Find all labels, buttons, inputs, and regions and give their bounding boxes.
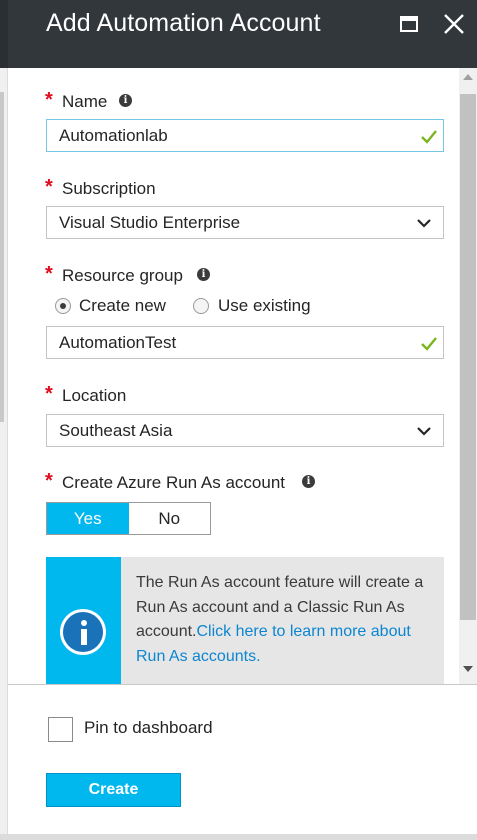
chevron-down-icon: [417, 427, 431, 436]
scroll-up-arrow-icon[interactable]: [463, 74, 473, 80]
info-icon[interactable]: i: [302, 475, 315, 488]
name-label: Name: [62, 92, 108, 111]
location-value: Southeast Asia: [59, 421, 173, 440]
required-marker: *: [45, 470, 53, 492]
bottom-edge-strip: [0, 834, 477, 840]
required-marker: *: [45, 176, 53, 198]
location-select[interactable]: Southeast Asia: [46, 414, 444, 447]
chevron-down-icon: [417, 219, 431, 228]
name-input[interactable]: Automationlab: [46, 119, 444, 152]
location-label: Location: [62, 386, 127, 405]
scrollbar[interactable]: [459, 68, 477, 684]
radio-create-new-label: Create new: [79, 296, 166, 315]
info-box-text: The Run As account feature will create a…: [136, 571, 436, 669]
run-as-label: Create Azure Run As account: [62, 473, 286, 492]
pin-to-dashboard-checkbox[interactable]: [48, 717, 73, 742]
checkmark-icon: [421, 337, 437, 351]
radio-create-new[interactable]: [55, 298, 71, 314]
scrollbar-thumb[interactable]: [460, 94, 476, 620]
blade-title: Add Automation Account: [46, 9, 321, 37]
subscription-select[interactable]: Visual Studio Enterprise: [46, 206, 444, 239]
blade-header: Add Automation Account: [8, 0, 477, 68]
resource-group-input[interactable]: AutomationTest: [46, 326, 444, 359]
subscription-label: Subscription: [62, 179, 156, 198]
resource-group-label: Resource group: [62, 266, 183, 285]
radio-use-existing-label: Use existing: [218, 296, 311, 315]
run-as-toggle: Yes No: [46, 502, 211, 535]
run-as-yes-button[interactable]: Yes: [47, 503, 129, 534]
info-icon[interactable]: i: [119, 94, 132, 107]
maximize-icon[interactable]: [400, 16, 418, 32]
checkmark-icon: [421, 130, 437, 144]
info-icon[interactable]: i: [197, 268, 210, 281]
form-content: * Name i Automationlab * Subscription Vi…: [8, 68, 459, 684]
info-icon: [60, 609, 106, 655]
required-marker: *: [45, 383, 53, 405]
name-input-value: Automationlab: [59, 126, 168, 145]
required-marker: *: [45, 263, 53, 285]
footer-divider: [8, 684, 477, 685]
left-edge-strip: [0, 0, 8, 840]
radio-use-existing[interactable]: [193, 298, 209, 314]
required-marker: *: [45, 89, 53, 111]
run-as-no-button[interactable]: No: [128, 503, 210, 534]
subscription-value: Visual Studio Enterprise: [59, 213, 241, 232]
scroll-down-arrow-icon[interactable]: [463, 666, 473, 672]
close-icon[interactable]: [442, 10, 466, 38]
resource-group-value: AutomationTest: [59, 333, 177, 352]
create-button[interactable]: Create: [46, 773, 181, 807]
left-edge-dark: [0, 0, 8, 68]
run-as-info-box: The Run As account feature will create a…: [46, 557, 444, 684]
left-edge-scroll-bar: [0, 92, 4, 422]
pin-to-dashboard-label: Pin to dashboard: [84, 718, 213, 737]
